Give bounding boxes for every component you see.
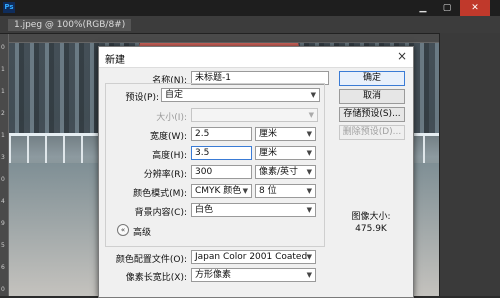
- advanced-label[interactable]: 高级: [133, 225, 151, 238]
- bit-depth-select[interactable]: 8 位 ▼: [255, 184, 316, 198]
- color-mode-value: CMYK 颜色: [195, 186, 242, 196]
- document-tab[interactable]: 1.jpeg @ 100%(RGB/8#): [8, 19, 132, 31]
- ruler-number: 6: [1, 264, 5, 271]
- chevron-down-icon: ▼: [306, 130, 312, 138]
- height-input[interactable]: 3.5: [191, 146, 252, 160]
- color-profile-select[interactable]: Japan Color 2001 Coated ▼: [191, 250, 316, 264]
- color-mode-label: 颜色模式(M):: [133, 189, 187, 199]
- image-size-value: 475.9K: [355, 224, 387, 234]
- maximize-button[interactable]: ▢: [436, 0, 458, 16]
- ruler-number: 0: [1, 176, 5, 183]
- width-unit-select[interactable]: 厘米 ▼: [255, 127, 316, 141]
- close-icon[interactable]: ×: [397, 49, 407, 63]
- new-document-dialog: 新建 × 名称(N): 未标题-1 预设(P): 自定 ▼ 大小(I): ▼ 宽…: [98, 46, 414, 298]
- preset-label: 预设(P):: [125, 93, 159, 103]
- chevron-down-icon: ▼: [306, 187, 312, 195]
- dialog-title: 新建: [105, 55, 125, 66]
- horizontal-ruler: [8, 34, 500, 43]
- ruler-number: 5: [1, 242, 5, 249]
- preset-select[interactable]: 自定 ▼: [161, 88, 320, 102]
- height-unit-select[interactable]: 厘米 ▼: [255, 146, 316, 160]
- chevron-down-icon: ▼: [310, 91, 316, 99]
- resolution-input[interactable]: 300: [191, 165, 252, 179]
- ruler-number: 4: [1, 198, 5, 205]
- chevron-down-icon: ▼: [242, 187, 248, 195]
- width-label: 宽度(W):: [150, 132, 187, 142]
- delete-preset-button: 删除预设(D)...: [339, 125, 405, 140]
- chevron-down-icon: ▼: [306, 168, 312, 176]
- dialog-title-bar: 新建 ×: [99, 47, 413, 68]
- height-unit-value: 厘米: [259, 148, 278, 158]
- save-preset-button[interactable]: 存储预设(S)...: [339, 107, 405, 122]
- chevron-down-icon: ▼: [306, 206, 312, 214]
- width-unit-value: 厘米: [259, 129, 278, 139]
- background-select[interactable]: 白色 ▼: [191, 203, 316, 217]
- chevron-down-icon: ▼: [308, 111, 314, 119]
- ruler-number: 1: [1, 132, 5, 139]
- bit-depth-value: 8 位: [259, 186, 277, 196]
- ruler-number: 1: [1, 66, 5, 73]
- cancel-button[interactable]: 取消: [339, 89, 405, 104]
- chevron-down-icon: ▼: [306, 253, 312, 261]
- ruler-number: 3: [1, 154, 5, 161]
- close-window-button[interactable]: ✕: [460, 0, 490, 16]
- width-input[interactable]: 2.5: [191, 127, 252, 141]
- collapse-advanced-icon[interactable]: «: [117, 224, 129, 236]
- side-panel: [439, 33, 500, 296]
- resolution-unit-value: 像素/英寸: [259, 167, 299, 177]
- height-label: 高度(H):: [152, 151, 187, 161]
- ruler-number: 1: [1, 88, 5, 95]
- ok-button[interactable]: 确定: [339, 71, 405, 86]
- preset-value: 自定: [165, 90, 184, 100]
- ruler-number: 2: [1, 110, 5, 117]
- document-tab-bar: 1.jpeg @ 100%(RGB/8#): [0, 16, 500, 34]
- color-profile-value: Japan Color 2001 Coated: [195, 252, 308, 262]
- ruler-number: 0: [1, 286, 5, 293]
- chevron-down-icon: ▼: [306, 149, 312, 157]
- image-size-label: 图像大小:: [351, 212, 391, 222]
- pixel-aspect-value: 方形像素: [195, 270, 232, 280]
- vertical-ruler: 0 1 1 2 1 3 0 4 9 5 6 0: [0, 34, 9, 296]
- pixel-aspect-select[interactable]: 方形像素 ▼: [191, 268, 316, 282]
- ruler-number: 9: [1, 220, 5, 227]
- resolution-unit-select[interactable]: 像素/英寸 ▼: [255, 165, 316, 179]
- background-label: 背景内容(C):: [134, 208, 187, 218]
- pixel-aspect-label: 像素长宽比(X):: [125, 273, 187, 283]
- ruler-number: 0: [1, 44, 5, 51]
- size-select: ▼: [191, 108, 318, 122]
- color-mode-select[interactable]: CMYK 颜色 ▼: [191, 184, 252, 198]
- photoshop-logo-icon: Ps: [3, 2, 15, 13]
- resolution-label: 分辨率(R):: [143, 170, 187, 180]
- color-profile-label: 颜色配置文件(O):: [115, 255, 187, 265]
- background-value: 白色: [195, 205, 214, 215]
- chevron-down-icon: ▼: [306, 271, 312, 279]
- title-bar: Ps ▁ ▢ ✕: [0, 0, 500, 16]
- minimize-button[interactable]: ▁: [412, 0, 434, 16]
- size-label: 大小(I):: [156, 113, 187, 123]
